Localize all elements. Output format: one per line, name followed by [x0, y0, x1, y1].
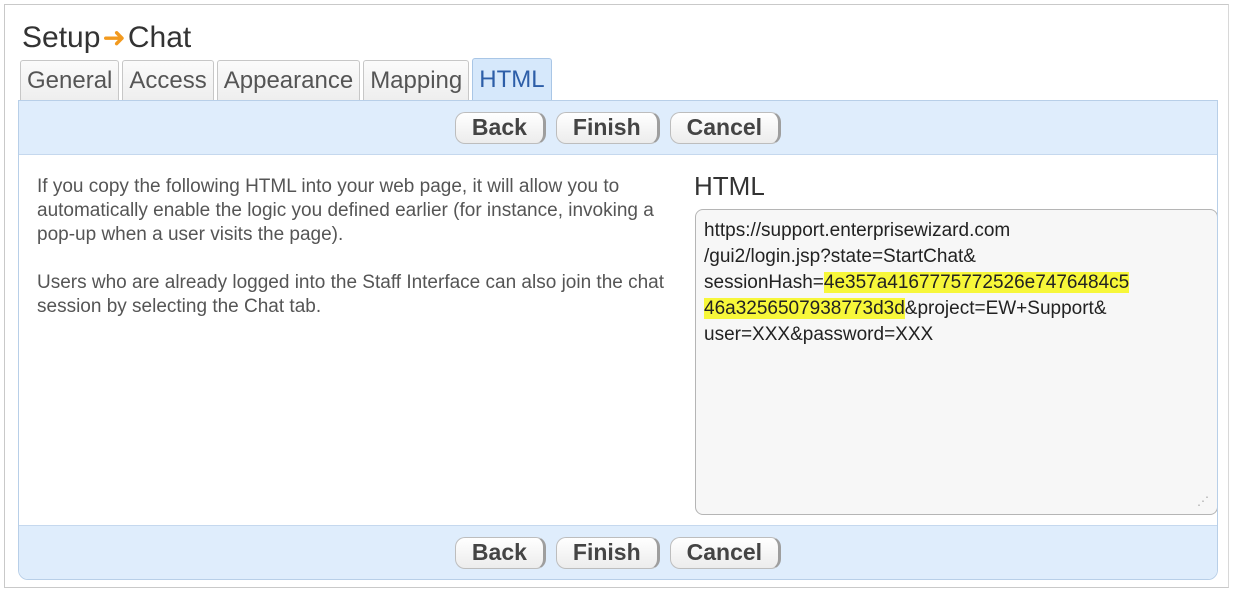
- cancel-button-top[interactable]: Cancel: [669, 111, 782, 144]
- html-heading: HTML: [694, 171, 765, 201]
- content-area: If you copy the following HTML into your…: [19, 155, 1217, 527]
- html-line-4-suffix: &project=EW+Support&: [904, 298, 1107, 319]
- cancel-button-bottom[interactable]: Cancel: [669, 536, 782, 569]
- tab-access[interactable]: Access: [122, 60, 214, 100]
- html-line-3: sessionHash=4e357a4167775772526e7476484c…: [704, 270, 1209, 296]
- top-button-bar: Back Finish Cancel: [19, 101, 1217, 155]
- session-hash-highlight-1: 4e357a4167775772526e7476484c5: [823, 272, 1130, 293]
- description-paragraph-1: If you copy the following HTML into your…: [37, 176, 654, 245]
- finish-button-bottom[interactable]: Finish: [555, 536, 660, 569]
- html-line-5: user=XXX&password=XXX: [704, 324, 934, 345]
- breadcrumb: Setup ➜ Chat: [22, 18, 191, 58]
- breadcrumb-parent[interactable]: Setup: [22, 21, 100, 55]
- html-line-4: 46a3256507938773d3d&project=EW+Support&: [704, 296, 1209, 322]
- tab-general[interactable]: General: [20, 60, 120, 100]
- arrow-right-icon: ➜: [102, 22, 126, 53]
- back-button-top[interactable]: Back: [454, 111, 546, 144]
- description-text: If you copy the following HTML into your…: [37, 175, 677, 319]
- html-line-1: https://support.enterprisewizard.com: [704, 220, 1011, 241]
- back-button-bottom[interactable]: Back: [454, 536, 546, 569]
- tab-mapping[interactable]: Mapping: [363, 60, 470, 100]
- bottom-button-bar: Back Finish Cancel: [19, 525, 1217, 579]
- tab-bar: General Access Appearance Mapping HTML: [20, 58, 555, 100]
- wizard-panel: Back Finish Cancel If you copy the follo…: [18, 100, 1218, 580]
- finish-button-top[interactable]: Finish: [555, 111, 660, 144]
- resize-grip-icon[interactable]: ⋰: [1195, 494, 1209, 508]
- session-hash-highlight-2: 46a3256507938773d3d: [704, 298, 905, 319]
- description-paragraph-2: Users who are already logged into the St…: [37, 272, 665, 317]
- html-line-2: /gui2/login.jsp?state=StartChat&: [704, 246, 976, 267]
- tab-appearance[interactable]: Appearance: [216, 60, 361, 100]
- tab-html[interactable]: HTML: [472, 58, 552, 100]
- html-line-3-prefix: sessionHash=: [704, 272, 824, 293]
- breadcrumb-current: Chat: [127, 21, 192, 54]
- html-code-textarea[interactable]: https://support.enterprisewizard.com /gu…: [695, 209, 1217, 515]
